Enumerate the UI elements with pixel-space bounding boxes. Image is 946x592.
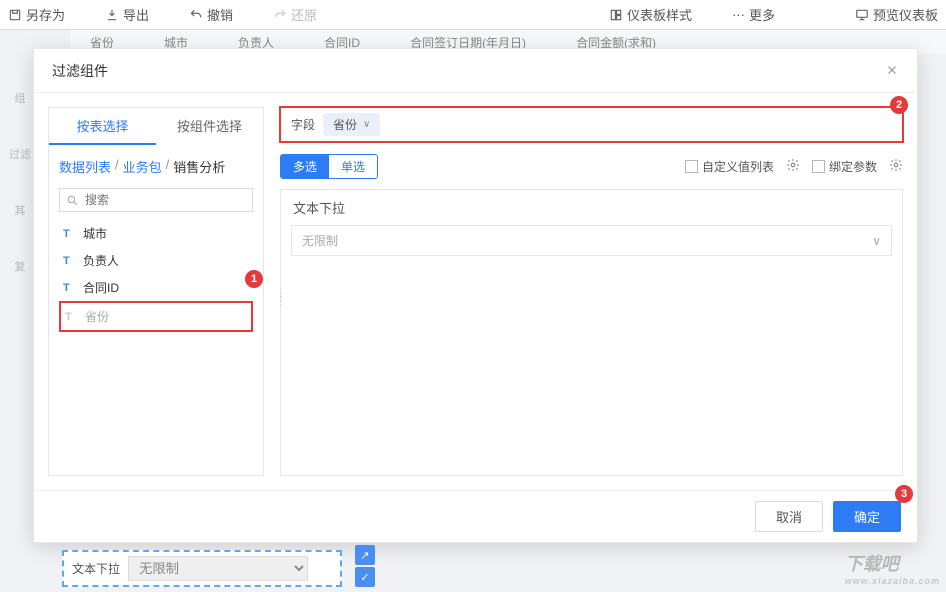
chevron-down-icon: ∨ (872, 234, 881, 248)
right-panel: 字段 省份 ∨ 2 多选 单选 自定义值列表 (280, 107, 903, 476)
text-type-icon: T (63, 255, 75, 267)
chevron-down-icon: ∨ (363, 119, 370, 130)
checkbox-box (812, 160, 825, 173)
field-label: 城市 (83, 225, 107, 242)
field-item-city[interactable]: T 城市 (59, 220, 253, 247)
check-icon[interactable]: ✓ (355, 567, 375, 587)
left-rail-item[interactable]: 过滤 (9, 146, 31, 162)
custom-value-list-checkbox[interactable]: 自定义值列表 (685, 158, 774, 175)
left-panel: 按表选择 按组件选择 数据列表 / 业务包 / 销售分析 T (48, 107, 264, 476)
checkbox-box (685, 160, 698, 173)
background-filter-widget[interactable]: 文本下拉 无限制 (62, 550, 342, 587)
toolbar-preview[interactable]: 预览仪表板 (855, 5, 938, 24)
toolbar-more[interactable]: ··· 更多 (732, 5, 775, 24)
field-label: 合同ID (83, 279, 119, 296)
bg-widget-actions: ↗ ✓ (355, 545, 375, 587)
toolbar-undo[interactable]: 撤销 (189, 5, 233, 24)
field-pill-label: 省份 (333, 116, 357, 133)
field-selector-row: 字段 省份 ∨ 2 (280, 107, 903, 142)
annotation-badge-2: 2 (890, 96, 908, 114)
more-icon: ··· (732, 7, 745, 22)
field-item-province[interactable]: T 省份 (59, 301, 253, 332)
search-box[interactable] (59, 188, 253, 212)
panel-resize-handle[interactable]: ⋮⋮⋮ (276, 292, 286, 304)
card-title: 文本下拉 (281, 190, 902, 225)
toolbar-redo: 还原 (273, 5, 317, 24)
field-label: 省份 (85, 308, 109, 325)
cancel-button[interactable]: 取消 (755, 501, 823, 532)
breadcrumb-link[interactable]: 业务包 (123, 157, 162, 176)
annotation-badge-1: 1 (245, 270, 263, 288)
limit-select[interactable]: 无限制 ∨ (291, 225, 892, 256)
toolbar-dashboard-style[interactable]: 仪表板样式 (609, 5, 692, 24)
bg-widget-select[interactable]: 无限制 (128, 556, 308, 581)
checkbox-label: 自定义值列表 (702, 158, 774, 175)
bind-param-checkbox[interactable]: 绑定参数 (812, 158, 877, 175)
toolbar-export[interactable]: 导出 (105, 5, 149, 24)
left-rail-item[interactable]: 组 (15, 90, 26, 106)
search-input[interactable] (85, 193, 246, 207)
modal-title: 过滤组件 (52, 61, 108, 81)
toolbar-save-as[interactable]: 另存为 (8, 5, 65, 24)
select-mode-group: 多选 单选 (280, 154, 378, 179)
option-row: 多选 单选 自定义值列表 绑定参数 (280, 154, 903, 179)
close-icon (885, 63, 899, 77)
left-rail-item[interactable]: 其 (15, 202, 26, 218)
left-panel-content: 数据列表 / 业务包 / 销售分析 T 城市 T (48, 145, 264, 476)
toolbar-more-label: 更多 (749, 5, 775, 24)
breadcrumb-current: 销售分析 (173, 157, 225, 176)
style-icon (609, 8, 623, 22)
checkbox-label: 绑定参数 (829, 158, 877, 175)
content-card: 文本下拉 无限制 ∨ (280, 189, 903, 476)
monitor-icon (855, 8, 869, 22)
modal-body: 按表选择 按组件选择 数据列表 / 业务包 / 销售分析 T (34, 93, 917, 490)
left-rail-item[interactable]: 复 (15, 258, 26, 274)
toolbar-preview-label: 预览仪表板 (873, 5, 938, 24)
text-type-icon: T (65, 311, 77, 323)
breadcrumb-sep: / (115, 157, 119, 176)
field-item-contract-id[interactable]: T 合同ID 1 (59, 274, 253, 301)
modal-footer: 取消 确定 3 (34, 490, 917, 542)
watermark: 下载吧 www.xiazaiba.com (845, 550, 940, 586)
gear-icon[interactable] (889, 158, 903, 175)
background-toolbar: 另存为 导出 撤销 还原 仪表板样式 ··· 更多 预览仪表板 (0, 0, 946, 30)
bg-widget-label: 文本下拉 (72, 560, 120, 577)
close-button[interactable] (885, 62, 899, 80)
field-list: T 城市 T 负责人 T 合同ID 1 T 省份 (59, 220, 253, 332)
multi-select-button[interactable]: 多选 (281, 155, 329, 178)
breadcrumb: 数据列表 / 业务包 / 销售分析 (59, 157, 253, 176)
save-icon (8, 8, 22, 22)
undo-icon (189, 8, 203, 22)
toolbar-undo-label: 撤销 (207, 5, 233, 24)
text-type-icon: T (63, 282, 75, 294)
text-type-icon: T (63, 228, 75, 240)
ok-button[interactable]: 确定 (833, 501, 901, 532)
limit-select-value: 无限制 (302, 232, 338, 249)
field-item-owner[interactable]: T 负责人 (59, 247, 253, 274)
redo-icon (273, 8, 287, 22)
toolbar-style-label: 仪表板样式 (627, 5, 692, 24)
filter-modal: 过滤组件 按表选择 按组件选择 数据列表 / 业务包 / 销售分析 (33, 48, 918, 543)
left-tabs: 按表选择 按组件选择 (48, 107, 264, 145)
breadcrumb-sep: / (166, 157, 170, 176)
tab-by-table[interactable]: 按表选择 (49, 108, 156, 145)
toolbar-export-label: 导出 (123, 5, 149, 24)
search-icon (66, 194, 79, 207)
export-icon (105, 8, 119, 22)
annotation-badge-3: 3 (895, 485, 913, 503)
field-row-label: 字段 (291, 116, 315, 133)
toolbar-redo-label: 还原 (291, 5, 317, 24)
toolbar-save-as-label: 另存为 (26, 5, 65, 24)
single-select-button[interactable]: 单选 (329, 155, 377, 178)
breadcrumb-link[interactable]: 数据列表 (59, 157, 111, 176)
gear-icon[interactable] (786, 158, 800, 175)
field-label: 负责人 (83, 252, 119, 269)
tab-by-component[interactable]: 按组件选择 (156, 108, 263, 145)
field-pill[interactable]: 省份 ∨ (323, 113, 380, 136)
arrow-icon[interactable]: ↗ (355, 545, 375, 565)
modal-header: 过滤组件 (34, 49, 917, 93)
